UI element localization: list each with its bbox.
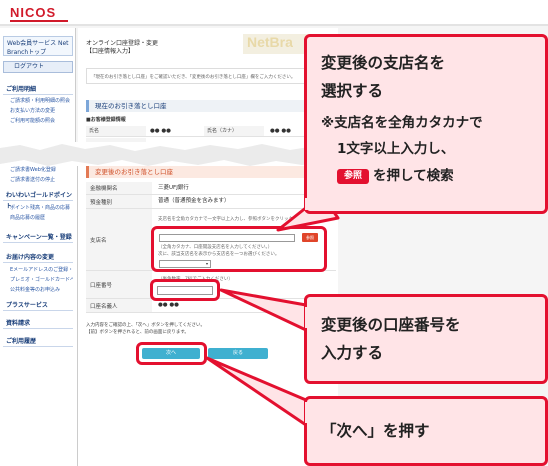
sidebar-heading-usage[interactable]: ご利用明細 — [3, 84, 73, 95]
logout-button[interactable]: ログアウト — [3, 61, 73, 73]
deposit-row: 預金種別 普通（普通預金を含みます） — [86, 195, 336, 209]
new-account-heading: 変更後のお引き落とし口座 — [86, 166, 338, 178]
footer-note-2: 【前】ボタンを押されると、前の画面に戻ります。 — [86, 330, 189, 335]
callout-reference-icon: 参照 — [337, 169, 370, 184]
bank-value: 三菱UFJ銀行 — [158, 185, 189, 191]
notice-box: 「現在のお引き落とし口座」をご確認いただき、「変更後のお引き落とし口座」欄をご入… — [86, 68, 338, 84]
sidebar-heading-plus[interactable]: プラスサービス — [3, 300, 73, 311]
torn-page-divider — [0, 142, 338, 168]
top-header: NICOS — [0, 0, 548, 26]
footer-note-1: 入力内容をご確認の上、「次へ」ボタンを押してください。 — [86, 323, 205, 328]
sidebar-item[interactable]: Eメールアドレスのご登録・変更 — [6, 266, 73, 275]
callout-account-line1: 変更後の口座番号を — [321, 316, 461, 334]
sidebar-item[interactable]: お支払い方法の変更 — [6, 107, 73, 116]
branch-label: 支店名 — [86, 209, 152, 270]
sidebar-heading-campaign[interactable]: キャンペーン一覧・登録 — [3, 232, 73, 243]
callout-branch-note3-wrap: 参照 を押して検索 — [337, 164, 454, 189]
callout-branch-note3: を押して検索 — [373, 168, 454, 184]
callout-account-line2: 入力する — [321, 344, 384, 362]
branch-highlight — [151, 226, 327, 272]
callout-next-line1: 「次へ」を押す — [321, 422, 430, 440]
nicos-logo[interactable]: NICOS — [10, 5, 56, 20]
sidebar-item[interactable]: ご請求書Web化登録 — [6, 166, 73, 175]
sidebar-item[interactable]: ご請求書送付の停止 — [6, 176, 73, 185]
net-branch-top-link[interactable]: Web会員サービス Net Branchトップ — [3, 36, 73, 56]
sidebar-item[interactable]: 公共料金等のお申込み — [6, 286, 73, 295]
name-label: 氏名 — [86, 126, 146, 136]
sidebar-item[interactable]: ポイント残高・商品の応募 — [6, 204, 73, 213]
bank-label: 金融機関名 — [86, 182, 152, 194]
current-name-row: 氏名 ●● ●● 氏名（カナ） ●● ●● — [86, 126, 338, 137]
page-subtitle: 【口座情報入力】 — [86, 48, 135, 55]
logo-underline — [10, 20, 68, 22]
callout-branch-note2: 1文字以上入力し、 — [337, 141, 455, 157]
sidebar-item[interactable]: ご利用可能額の照会 — [6, 117, 73, 126]
sidebar-item[interactable]: プレミオ・ゴールドカードへの切替 — [6, 276, 73, 285]
callout-branch-note1: ※支店名を全角カタカナで — [321, 115, 483, 131]
account-highlight — [150, 279, 220, 301]
name-kana-label: 氏名（カナ） — [204, 126, 264, 136]
deposit-value: 普通（普通預金を含みます） — [158, 198, 230, 204]
callout-next: 「次へ」を押す — [304, 396, 548, 466]
sidebar-heading-points[interactable]: わいわいゴールドポイント — [3, 190, 73, 210]
customer-info-subheading: ■お客様登録情報 — [86, 117, 126, 123]
deposit-label: 預金種別 — [86, 195, 152, 208]
callout-join-1 — [305, 198, 311, 210]
branch-hint-1: 支店名を全角カタカナで一文字以上入力し、参照ボタンをクリックし — [158, 217, 298, 222]
current-account-heading: 現在のお引き落とし口座 — [86, 100, 338, 112]
callout-branch-line1: 変更後の支店名を — [321, 54, 446, 72]
sidebar-item[interactable]: ご請求額・利用明細の照会 — [6, 97, 73, 106]
holder-row: 口座名義人 ●● ●● — [86, 299, 336, 313]
holder-label: 口座名義人 — [86, 299, 152, 312]
callout-join-2 — [305, 307, 311, 328]
sidebar-heading-change[interactable]: お届け内容の変更 — [3, 252, 73, 263]
bank-row: 金融機関名 三菱UFJ銀行 — [86, 182, 336, 195]
callout-branch: 変更後の支店名を 選択する ※支店名を全角カタカナで 1文字以上入力し、 参照を… — [304, 34, 548, 214]
name-kana-value: ●● ●● — [270, 128, 291, 134]
sidebar-heading-docs[interactable]: 資料請求 — [3, 318, 73, 329]
account-label: 口座番号 — [86, 271, 152, 298]
callout-join-3 — [305, 402, 311, 423]
sidebar-item[interactable]: 商品応募の履歴 — [6, 214, 73, 223]
name-value: ●● ●● — [150, 128, 171, 134]
next-highlight — [136, 342, 207, 365]
callout-branch-line2: 選択する — [321, 82, 384, 100]
sidebar-heading-history[interactable]: ご利用履歴 — [3, 336, 73, 347]
callout-account: 変更後の口座番号を 入力する — [304, 294, 548, 384]
back-button[interactable]: 戻る — [208, 348, 268, 359]
